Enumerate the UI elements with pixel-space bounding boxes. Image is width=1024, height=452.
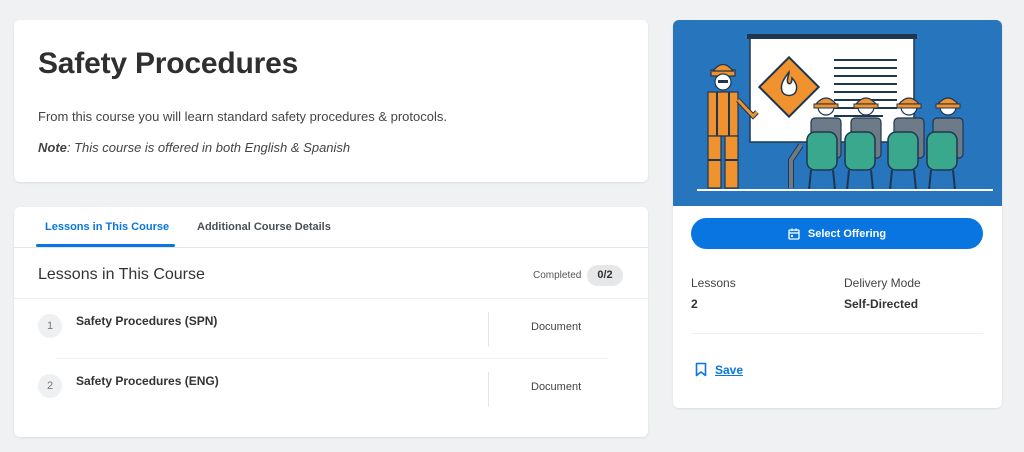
delivery-mode-label: Delivery Mode: [844, 276, 921, 290]
select-offering-button[interactable]: Select Offering: [691, 218, 983, 249]
lessons-heading: Lessons in This Course: [38, 266, 205, 283]
lesson-name[interactable]: Safety Procedures (SPN): [76, 314, 217, 328]
note-label: Note: [38, 140, 67, 155]
side-divider: [691, 333, 983, 334]
board-rail: [747, 34, 917, 39]
column-separator: [488, 312, 489, 347]
lesson-name[interactable]: Safety Procedures (ENG): [76, 374, 219, 388]
tab-additional-details[interactable]: Additional Course Details: [197, 221, 331, 233]
course-note: Note: This course is offered in both Eng…: [38, 140, 350, 155]
lesson-number: 1: [38, 314, 62, 338]
lessons-card: Lessons in This Course Additional Course…: [14, 207, 648, 437]
lesson-type: Document: [531, 381, 582, 393]
tab-lessons-in-course[interactable]: Lessons in This Course: [45, 221, 169, 233]
bookmark-icon: [695, 362, 707, 377]
active-tab-indicator: [36, 244, 175, 247]
calendar-icon: [788, 228, 800, 240]
save-label[interactable]: Save: [715, 363, 743, 377]
lessons-count-label: Lessons: [691, 276, 736, 290]
page-title: Safety Procedures: [38, 47, 299, 80]
course-illustration: [673, 20, 1002, 206]
course-header-card: Safety Procedures From this course you w…: [14, 20, 648, 182]
note-text: : This course is offered in both English…: [66, 140, 351, 155]
lesson-type: Document: [531, 321, 582, 333]
lessons-count-value: 2: [691, 297, 698, 311]
lesson-number: 2: [38, 374, 62, 398]
delivery-mode-value: Self-Directed: [844, 297, 919, 311]
trainee-figure: [926, 97, 964, 191]
tab-bar: Lessons in This Course Additional Course…: [14, 207, 648, 248]
lesson-row[interactable]: 1 Safety Procedures (SPN) Document: [14, 299, 648, 359]
safety-training-illustration: [697, 34, 993, 191]
course-description: From this course you will learn standard…: [38, 109, 447, 124]
lesson-row[interactable]: 2 Safety Procedures (ENG) Document: [14, 359, 648, 419]
course-summary-card: Select Offering Lessons 2 Delivery Mode …: [673, 20, 1002, 408]
select-offering-label: Select Offering: [807, 227, 887, 240]
save-button[interactable]: Save: [695, 362, 743, 377]
completed-label: Completed: [533, 270, 582, 281]
completed-badge: 0/2: [587, 265, 623, 286]
column-separator: [488, 372, 489, 407]
